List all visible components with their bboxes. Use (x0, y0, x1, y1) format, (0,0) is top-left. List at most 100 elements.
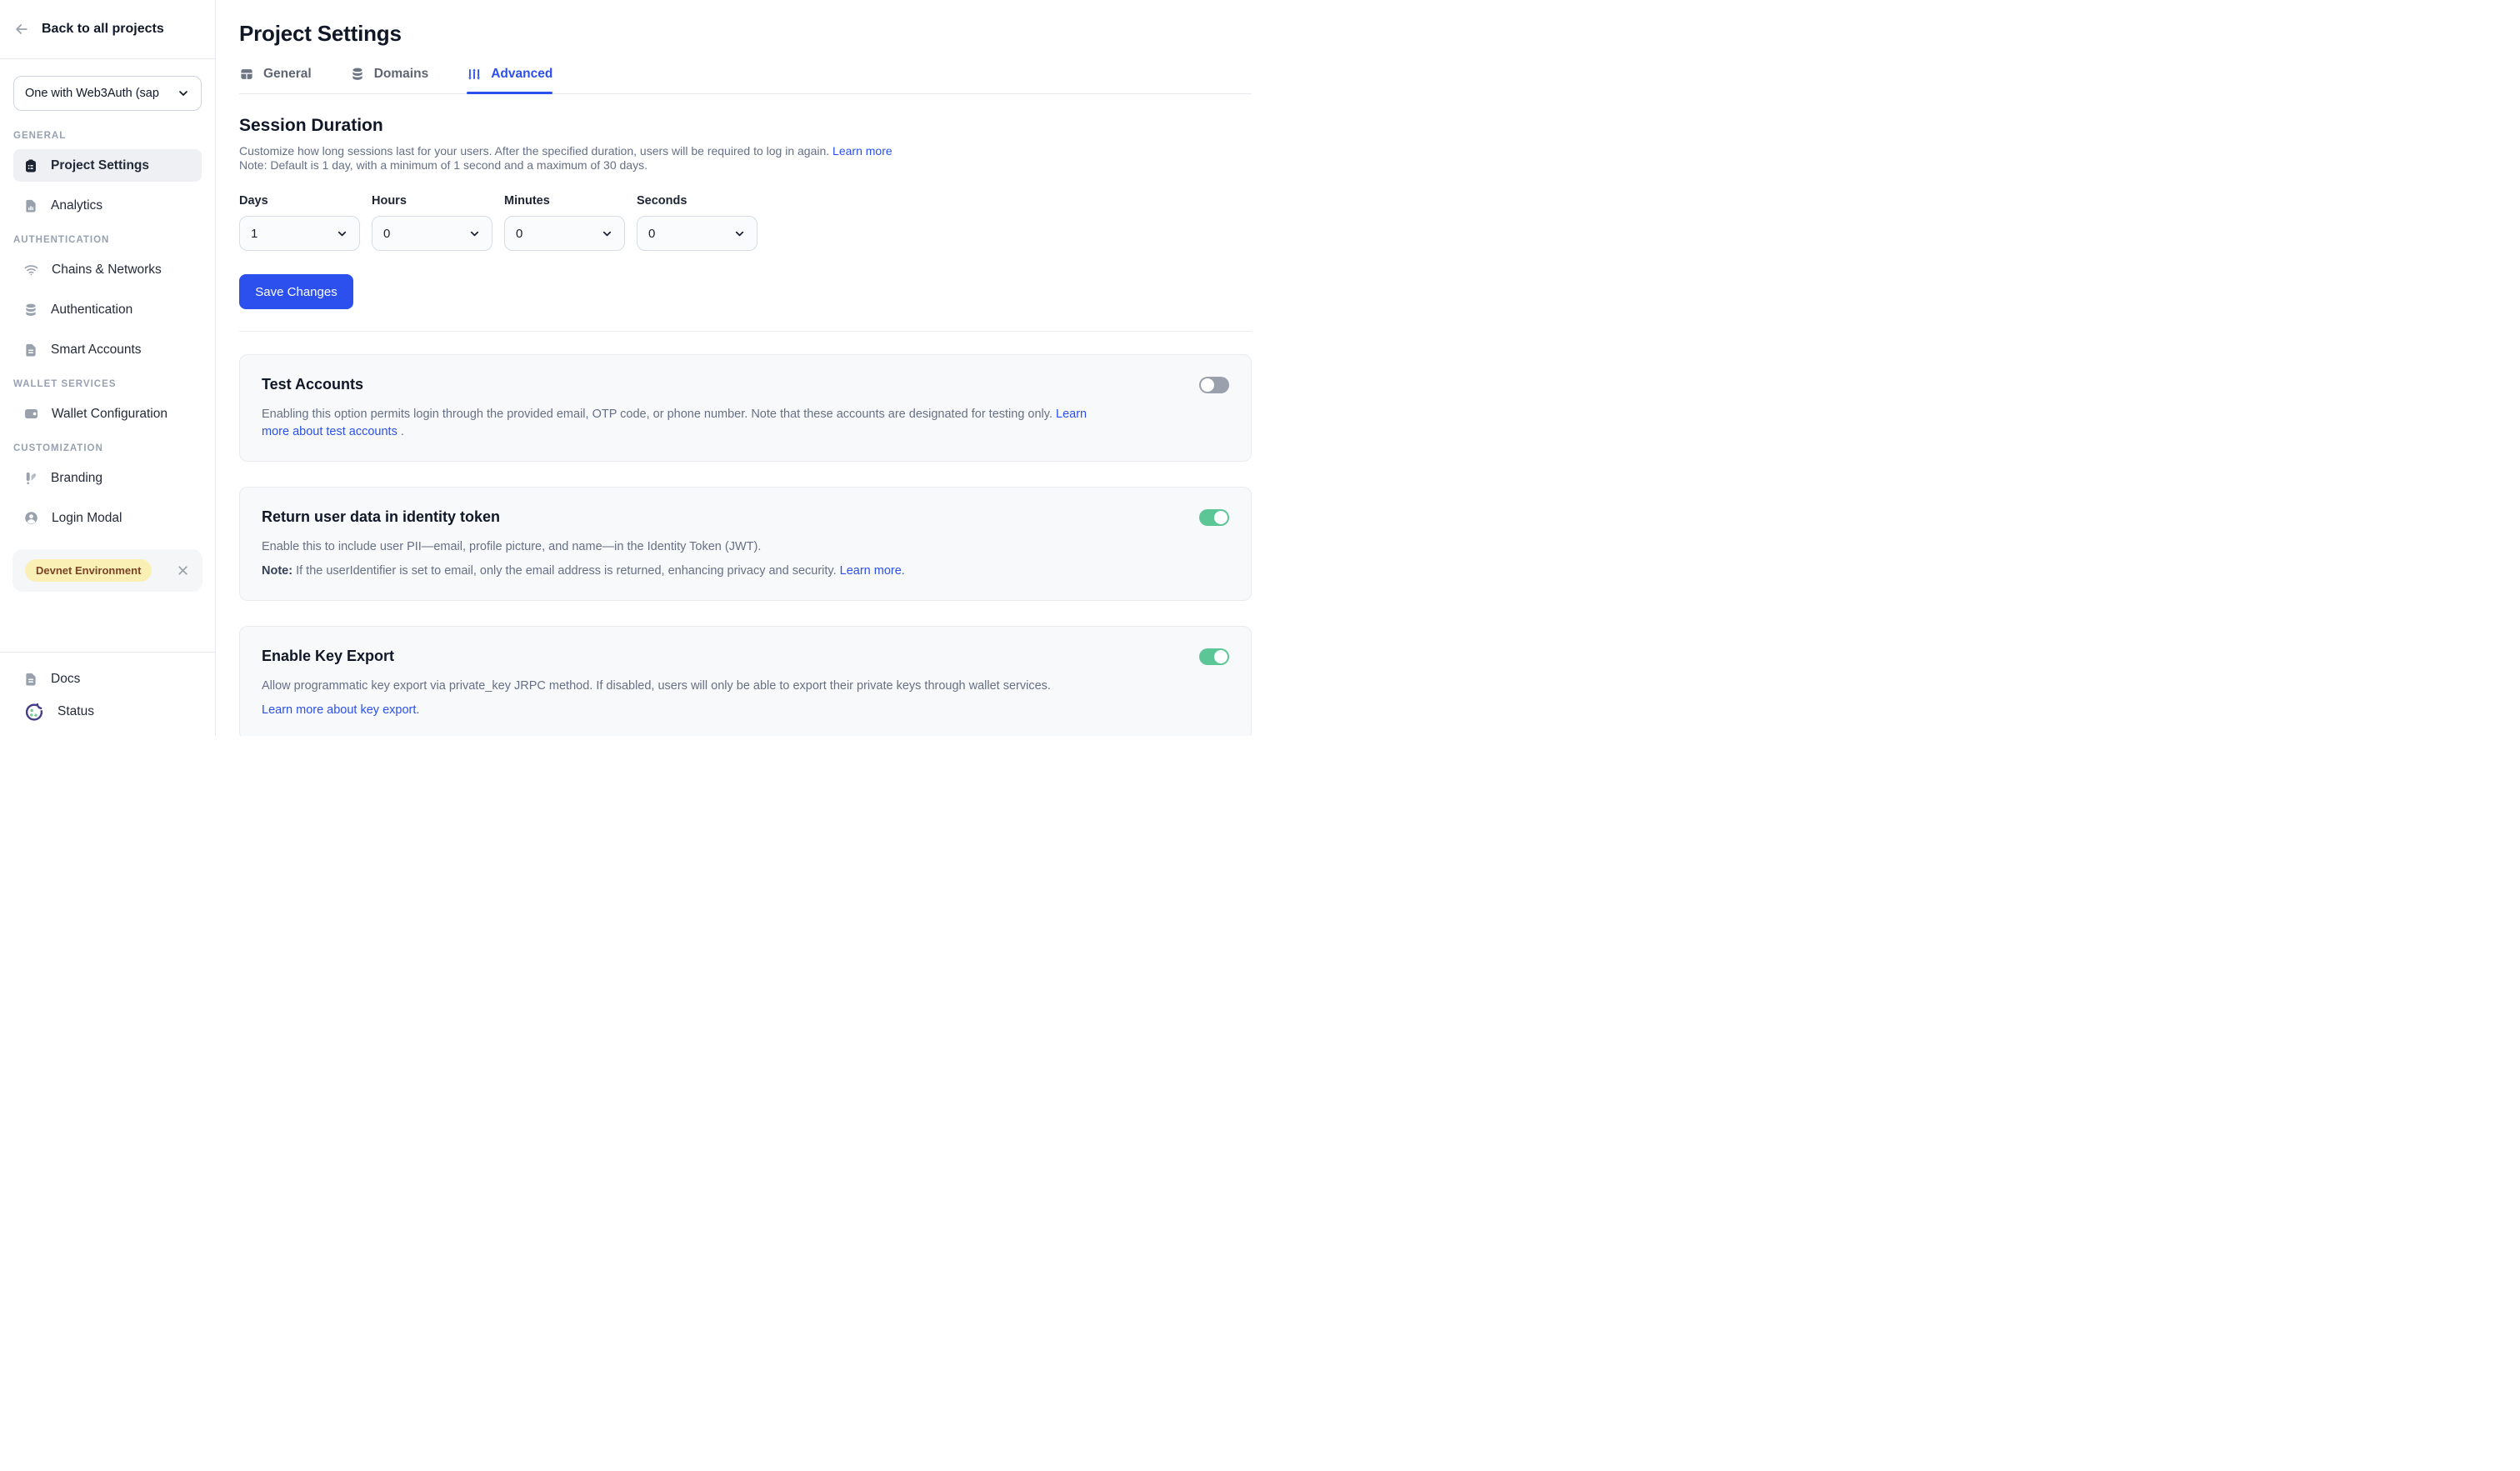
note-label: Note: (262, 564, 292, 578)
test-accounts-title: Test Accounts (262, 376, 363, 393)
days-label: Days (239, 194, 360, 208)
key-export-learn-more-link[interactable]: Learn more about key export. (262, 703, 419, 717)
session-duration-description: Customize how long sessions last for you… (239, 144, 1252, 173)
chevron-down-icon (336, 228, 348, 240)
table-icon (239, 67, 254, 82)
hours-field: Hours 0 (372, 194, 492, 251)
project-selector-value: One with Web3Auth (sap (25, 87, 159, 100)
sidebar-item-login-modal[interactable]: Login Modal (13, 502, 202, 534)
sidebar-item-wallet-configuration[interactable]: Wallet Configuration (13, 398, 202, 430)
sidebar-item-label: Branding (51, 471, 102, 486)
tab-domains[interactable]: Domains (350, 67, 428, 93)
section-label-authentication: AUTHENTICATION (13, 235, 202, 245)
environment-banner: Devnet Environment (12, 549, 202, 592)
key-export-toggle[interactable] (1199, 648, 1229, 665)
close-environment-banner-button[interactable] (176, 563, 190, 578)
chevron-down-icon (601, 228, 613, 240)
toggle-knob (1214, 650, 1228, 663)
seconds-label: Seconds (637, 194, 758, 208)
sidebar-item-smart-accounts[interactable]: Smart Accounts (13, 333, 202, 366)
identity-token-title: Return user data in identity token (262, 508, 500, 526)
sidebar-nav: GENERAL Project Settings (0, 131, 215, 534)
cookie-icon (23, 701, 45, 723)
session-learn-more-link[interactable]: Learn more (832, 144, 892, 158)
sidebar-item-label: Docs (51, 672, 80, 687)
sidebar: Back to all projects One with Web3Auth (… (0, 0, 216, 736)
database-icon (350, 67, 365, 82)
arrow-left-icon (13, 21, 30, 38)
sidebar-item-label: Project Settings (51, 158, 149, 173)
identity-token-learn-more-link[interactable]: Learn more. (840, 564, 905, 578)
sidebar-item-label: Wallet Configuration (52, 407, 168, 422)
sidebar-footer: Docs Status (0, 652, 215, 736)
sidebar-item-project-settings[interactable]: Project Settings (13, 149, 202, 182)
toggle-knob (1201, 378, 1214, 392)
tab-label: Domains (374, 67, 428, 82)
minutes-label: Minutes (504, 194, 625, 208)
key-export-card: Enable Key Export Allow programmatic key… (239, 626, 1252, 736)
session-duration-note: Note: Default is 1 day, with a minimum o… (239, 158, 648, 172)
tab-label: Advanced (491, 67, 552, 82)
chevron-down-icon (177, 87, 190, 100)
analytics-doc-icon (23, 198, 38, 213)
tab-general[interactable]: General (239, 67, 312, 93)
hours-select[interactable]: 0 (372, 216, 492, 251)
days-field: Days 1 (239, 194, 360, 251)
sidebar-item-label: Status (58, 704, 94, 719)
save-changes-button[interactable]: Save Changes (239, 274, 353, 309)
section-label-wallet-services: WALLET SERVICES (13, 379, 202, 389)
identity-token-description: Enable this to include user PII—email, p… (262, 538, 1103, 580)
tab-advanced[interactable]: Advanced (467, 67, 552, 93)
seconds-value: 0 (648, 227, 655, 241)
minutes-value: 0 (516, 227, 522, 241)
section-divider (239, 331, 1252, 332)
sidebar-item-label: Smart Accounts (51, 343, 142, 358)
test-accounts-card: Test Accounts Enabling this option permi… (239, 354, 1252, 462)
identity-token-toggle[interactable] (1199, 509, 1229, 526)
section-label-customization: CUSTOMIZATION (13, 443, 202, 453)
hours-label: Hours (372, 194, 492, 208)
sidebar-item-status[interactable]: Status (13, 695, 202, 728)
tab-bar: General Domains Advan (239, 67, 1252, 94)
close-icon (176, 563, 190, 578)
page-title: Project Settings (239, 21, 1252, 47)
hours-value: 0 (383, 227, 390, 241)
back-to-projects-button[interactable]: Back to all projects (0, 0, 215, 59)
file-icon (23, 672, 38, 687)
minutes-select[interactable]: 0 (504, 216, 625, 251)
sidebar-item-branding[interactable]: Branding (13, 462, 202, 494)
session-duration-fields: Days 1 Hours 0 Minutes 0 (239, 194, 1252, 251)
user-circle-icon (23, 510, 39, 526)
sidebar-item-label: Analytics (51, 198, 102, 213)
sidebar-item-label: Chains & Networks (52, 263, 162, 278)
toggle-knob (1214, 511, 1228, 524)
key-export-title: Enable Key Export (262, 648, 394, 665)
days-select[interactable]: 1 (239, 216, 360, 251)
section-label-general: GENERAL (13, 131, 202, 141)
clipboard-icon (23, 158, 38, 173)
main-content: Project Settings General Domains (216, 0, 1260, 736)
brush-icon (23, 471, 38, 486)
sidebar-item-label: Login Modal (52, 511, 122, 526)
sidebar-item-authentication[interactable]: Authentication (13, 293, 202, 326)
key-export-description: Allow programmatic key export via privat… (262, 678, 1103, 719)
identity-token-card: Return user data in identity token Enabl… (239, 487, 1252, 601)
session-duration-title: Session Duration (239, 116, 1252, 136)
test-accounts-description: Enabling this option permits login throu… (262, 406, 1103, 441)
minutes-field: Minutes 0 (504, 194, 625, 251)
sidebar-item-docs[interactable]: Docs (13, 663, 202, 695)
back-to-projects-label: Back to all projects (42, 22, 164, 37)
app-window: Back to all projects One with Web3Auth (… (0, 0, 1260, 736)
test-accounts-toggle[interactable] (1199, 377, 1229, 393)
sidebar-item-label: Authentication (51, 303, 132, 318)
chevron-down-icon (468, 228, 481, 240)
sidebar-item-analytics[interactable]: Analytics (13, 189, 202, 222)
wallet-icon (23, 406, 39, 422)
sliders-icon (467, 67, 482, 82)
project-selector[interactable]: One with Web3Auth (sap (13, 76, 202, 111)
file-icon (23, 343, 38, 358)
sidebar-item-chains-networks[interactable]: Chains & Networks (13, 253, 202, 286)
seconds-select[interactable]: 0 (637, 216, 758, 251)
days-value: 1 (251, 227, 258, 241)
database-icon (23, 303, 38, 318)
